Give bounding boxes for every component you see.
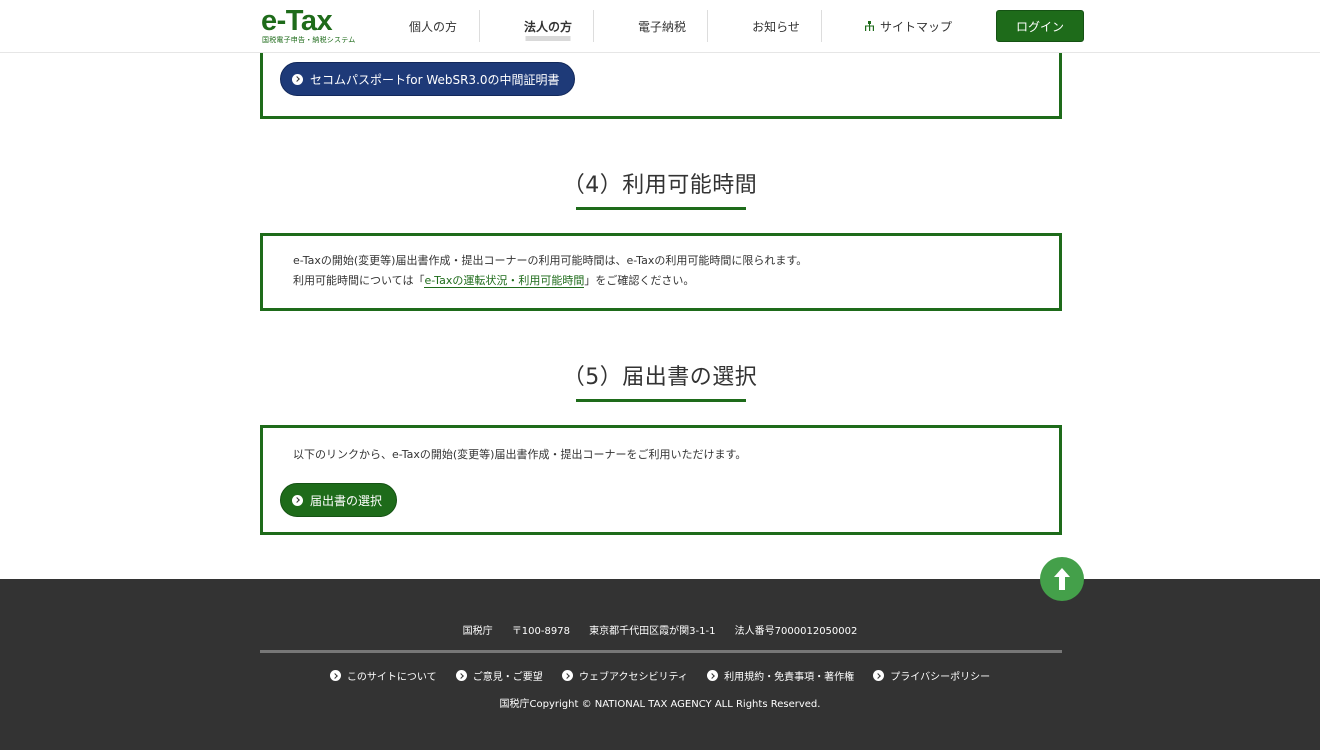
footer-link-feedback[interactable]: ご意見・ご要望: [455, 668, 543, 683]
agency-name: 国税庁: [462, 626, 493, 637]
section-title-availability: （4）利用可能時間: [562, 173, 758, 198]
form-selection-text: 以下のリンクから、e-Taxの開始(変更等)届出書作成・提出コーナーをご利用いた…: [293, 448, 747, 461]
site-header: e-Tax 国税電子申告・納税システム 個人の方 法人の方 電子納税 お知らせ: [0, 0, 1320, 53]
link-label: プライバシーポリシー: [890, 672, 991, 683]
chevron-right-icon: [707, 670, 719, 681]
select-form-button[interactable]: 届出書の選択: [280, 483, 398, 517]
chevron-right-icon: [292, 494, 303, 506]
link-label: このサイトについて: [346, 672, 437, 683]
footer-divider: [260, 650, 1062, 653]
footer-link-privacy[interactable]: プライバシーポリシー: [873, 668, 990, 683]
logo-text: e-Tax: [261, 5, 333, 37]
nav-label: お知らせ: [752, 19, 800, 34]
nav-label: サイトマップ: [879, 19, 952, 34]
button-label: セコムパスポートfor WebSR3.0の中間証明書: [310, 72, 560, 87]
arrow-up-icon: [1054, 568, 1070, 590]
nav-item-sitemap[interactable]: サイトマップ: [851, 0, 965, 52]
text-prefix: 利用可能時間については「: [293, 274, 425, 287]
availability-text-1: e-Taxの開始(変更等)届出書作成・提出コーナーの利用可能時間は、e-Taxの…: [293, 254, 808, 267]
corporate-number: 法人番号7000012050002: [734, 626, 858, 637]
nav-divider: [821, 10, 822, 42]
nav-active-indicator: [525, 36, 571, 41]
footer-links: このサイトについて ご意見・ご要望 ウェブアクセシビリティ 利用規約・免責事項・…: [0, 668, 1320, 684]
footer-link-terms[interactable]: 利用規約・免責事項・著作権: [707, 668, 854, 683]
footer-link-about[interactable]: このサイトについて: [329, 668, 437, 683]
site-footer: 国税庁 〒100-8978 東京都千代田区霞が関3-1-1 法人番号700001…: [0, 579, 1320, 750]
nav-item-news[interactable]: お知らせ: [719, 0, 833, 52]
chevron-right-icon: [292, 73, 303, 85]
nav-item-individual[interactable]: 個人の方: [376, 0, 490, 52]
footer-agency-info: 国税庁 〒100-8978 東京都千代田区霞が関3-1-1 法人番号700001…: [0, 622, 1320, 637]
nav-divider: [593, 10, 594, 42]
availability-text-2: 利用可能時間については「e-Taxの運転状況・利用可能時間」をご確認ください。: [293, 271, 694, 291]
agency-address: 東京都千代田区霞が関3-1-1: [589, 626, 716, 637]
chevron-right-icon: [455, 670, 467, 681]
chevron-right-icon: [561, 670, 573, 681]
section-title-form-selection: （5）届出書の選択: [562, 365, 758, 390]
secom-certificate-button[interactable]: セコムパスポートfor WebSR3.0の中間証明書: [280, 62, 575, 96]
availability-box: e-Taxの開始(変更等)届出書作成・提出コーナーの利用可能時間は、e-Taxの…: [260, 233, 1062, 311]
nav-label: 電子納税: [637, 19, 686, 34]
operation-status-link[interactable]: e-Taxの運転状況・利用可能時間: [424, 274, 585, 288]
nav-item-corporation[interactable]: 法人の方: [491, 0, 605, 52]
text-suffix: 」をご確認ください。: [584, 274, 695, 287]
form-selection-box: 以下のリンクから、e-Taxの開始(変更等)届出書作成・提出コーナーをご利用いた…: [260, 425, 1062, 535]
link-label: ウェブアクセシビリティ: [578, 672, 688, 683]
button-label: 届出書の選択: [310, 493, 383, 508]
title-underline: [576, 207, 746, 210]
sitemap-icon: [864, 21, 874, 31]
chevron-right-icon: [329, 670, 341, 681]
copyright-text: 国税庁Copyright © NATIONAL TAX AGENCY ALL R…: [499, 699, 821, 710]
title-underline: [576, 399, 746, 402]
login-button[interactable]: ログイン: [996, 10, 1084, 42]
etax-logo[interactable]: e-Tax 国税電子申告・納税システム: [261, 5, 355, 46]
nav-label: 法人の方: [523, 19, 572, 34]
postal-code: 〒100-8978: [511, 626, 570, 637]
nav-label: 個人の方: [408, 19, 457, 34]
logo-subtitle: 国税電子申告・納税システム: [262, 36, 356, 44]
link-label: ご意見・ご要望: [472, 672, 543, 683]
nav-divider: [707, 10, 708, 42]
footer-link-accessibility[interactable]: ウェブアクセシビリティ: [561, 668, 688, 683]
link-label: 利用規約・免責事項・著作権: [724, 672, 855, 683]
nav-divider: [479, 10, 480, 42]
chevron-right-icon: [873, 670, 885, 681]
nav-item-e-payment[interactable]: 電子納税: [605, 0, 719, 52]
back-to-top-button[interactable]: [1040, 557, 1084, 601]
